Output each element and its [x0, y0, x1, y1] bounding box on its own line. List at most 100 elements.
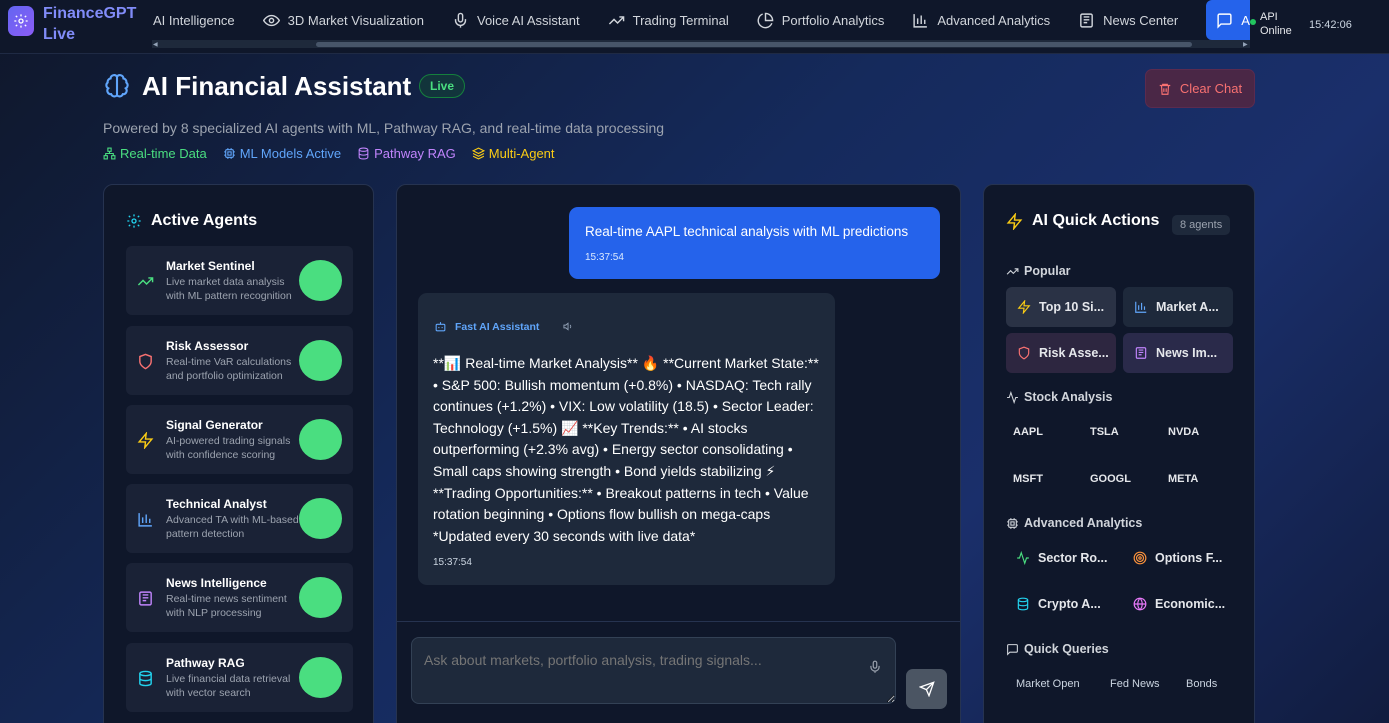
agents-title-text: Active Agents: [151, 212, 258, 229]
activity-icon: [1007, 390, 1018, 404]
tag-label: ML Models Active: [239, 146, 342, 161]
clear-chat-button[interactable]: Clear Chat: [1145, 69, 1255, 108]
nav-ai-assistant[interactable]: AI: [1206, 0, 1250, 40]
section-label-text: Quick Queries: [1024, 642, 1109, 656]
main-nav: AI Intelligence 3D Market Visualization …: [152, 0, 1250, 40]
tag-label: Pathway RAG: [374, 146, 456, 161]
quick-action-news[interactable]: News Im...: [1123, 333, 1233, 373]
nav-label: Portfolio Analytics: [781, 12, 885, 28]
advanced-action-label: Crypto A...: [1038, 597, 1101, 611]
shield-icon: [139, 353, 152, 370]
advanced-action-crypto[interactable]: Crypto A...: [1016, 597, 1101, 611]
message-timestamp: 15:37:54: [585, 252, 624, 263]
section-label-text: Stock Analysis: [1024, 390, 1113, 404]
ticker-button[interactable]: AAPL: [1013, 426, 1043, 438]
nav-3d-market[interactable]: 3D Market Visualization: [262, 0, 438, 40]
quick-action-label: Top 10 Si...: [1039, 300, 1105, 314]
newspaper-icon: [1135, 347, 1147, 359]
tag-multi-agent: Multi-Agent: [471, 146, 555, 161]
cpu-icon: [1007, 517, 1018, 529]
agent-name: News Intelligence: [166, 576, 267, 590]
advanced-action-options[interactable]: Options F...: [1133, 551, 1222, 565]
ticker-button[interactable]: TSLA: [1090, 426, 1119, 438]
agent-card[interactable]: News Intelligence Real-time news sentime…: [126, 563, 353, 632]
agent-desc: Live market data analysis with ML patter…: [166, 276, 292, 302]
nav-trading-terminal[interactable]: Trading Terminal: [608, 0, 743, 40]
agent-card[interactable]: Pathway RAG Live financial data retrieva…: [126, 643, 353, 712]
top-navigation-bar: FinanceGPT Live AI Intelligence 3D Marke…: [0, 0, 1389, 54]
app-title[interactable]: FinanceGPT Live: [43, 3, 153, 45]
nav-scrollbar[interactable]: ◀ ▶: [152, 40, 1250, 48]
page-title: AI Financial Assistant: [142, 71, 412, 101]
agent-desc: AI-powered trading signals with confiden…: [166, 435, 291, 461]
scrollbar-thumb[interactable]: [316, 42, 1192, 47]
cpu-icon: [223, 148, 235, 159]
advanced-action-label: Options F...: [1155, 551, 1223, 565]
nav-label: AI: [1241, 12, 1250, 28]
chat-icon: [1217, 12, 1232, 29]
ticker-button[interactable]: GOOGL: [1090, 473, 1131, 485]
quick-action-risk[interactable]: Risk Asse...: [1006, 333, 1116, 373]
ai-message-header: Fast AI Assistant: [434, 320, 574, 333]
agent-card[interactable]: Technical Analyst Advanced TA with ML-ba…: [126, 484, 353, 553]
speaker-icon[interactable]: [563, 321, 574, 332]
nav-news-center[interactable]: News Center: [1078, 0, 1192, 40]
quick-action-top10[interactable]: Top 10 Si...: [1006, 287, 1116, 327]
quick-action-market[interactable]: Market A...: [1123, 287, 1233, 327]
section-stock-analysis: Stock Analysis: [1006, 390, 1112, 404]
send-button[interactable]: [906, 669, 947, 709]
ticker-button[interactable]: MSFT: [1013, 473, 1043, 485]
quick-action-label: Risk Asse...: [1039, 346, 1109, 360]
tag-ml-models: ML Models Active: [223, 146, 341, 161]
nav-label: Advanced Analytics: [937, 12, 1051, 28]
nav-voice-ai[interactable]: Voice AI Assistant: [452, 0, 594, 40]
shield-icon: [1018, 346, 1030, 360]
bot-icon: [435, 322, 446, 332]
target-icon: [1133, 551, 1147, 565]
agent-desc: Real-time news sentiment with NLP proces…: [166, 593, 287, 619]
database-icon: [358, 147, 369, 160]
quick-query-button[interactable]: Market Open: [1016, 678, 1080, 690]
ticker-button[interactable]: NVDA: [1168, 426, 1199, 438]
section-popular: Popular: [1006, 264, 1071, 278]
globe-icon: [1133, 597, 1147, 611]
database-icon: [139, 670, 152, 687]
network-icon: [103, 147, 116, 160]
agent-status-indicator: [299, 260, 342, 301]
api-status: API Online: [1260, 11, 1292, 37]
agent-card[interactable]: Signal Generator AI-powered trading sign…: [126, 405, 353, 474]
scroll-left-icon[interactable]: ◀: [153, 41, 158, 48]
user-message: Real-time AAPL technical analysis with M…: [569, 207, 940, 279]
agent-status-indicator: [299, 340, 342, 381]
nav-label: Trading Terminal: [632, 12, 729, 28]
section-quick-queries: Quick Queries: [1006, 642, 1109, 656]
scroll-right-icon[interactable]: ▶: [1243, 41, 1248, 48]
agent-desc: Real-time VaR calculations and portfolio…: [166, 356, 292, 382]
nav-portfolio-analytics[interactable]: Portfolio Analytics: [757, 0, 899, 40]
ticker-button[interactable]: META: [1168, 473, 1198, 485]
mic-icon[interactable]: [868, 659, 882, 675]
quick-action-label: Market A...: [1156, 300, 1219, 314]
advanced-action-economic[interactable]: Economic...: [1133, 597, 1225, 611]
gear-icon: [127, 214, 141, 228]
gear-icon[interactable]: [8, 6, 34, 36]
advanced-action-label: Economic...: [1155, 597, 1226, 611]
user-message-text: Real-time AAPL technical analysis with M…: [585, 224, 909, 239]
trend-up-icon: [137, 277, 154, 286]
nav-ai-intelligence[interactable]: AI Intelligence: [152, 0, 249, 40]
nav-label: News Center: [1103, 12, 1179, 28]
quick-query-button[interactable]: Bonds: [1186, 678, 1217, 690]
brain-icon: [105, 74, 129, 98]
live-badge: Live: [419, 74, 466, 98]
chat-panel: Real-time AAPL technical analysis with M…: [396, 184, 961, 723]
quick-query-button[interactable]: Fed News: [1110, 678, 1160, 690]
agent-card[interactable]: Risk Assessor Real-time VaR calculations…: [126, 326, 353, 395]
nav-advanced-analytics[interactable]: Advanced Analytics: [912, 0, 1064, 40]
database-icon: [1017, 597, 1029, 611]
divider: [397, 621, 960, 622]
advanced-action-sector[interactable]: Sector Ro...: [1016, 551, 1107, 565]
agents-count-badge: 8 agents: [1172, 215, 1231, 235]
clear-chat-label: Clear Chat: [1179, 81, 1243, 96]
agent-card[interactable]: Market Sentinel Live market data analysi…: [126, 246, 353, 315]
chat-input[interactable]: [411, 637, 896, 704]
